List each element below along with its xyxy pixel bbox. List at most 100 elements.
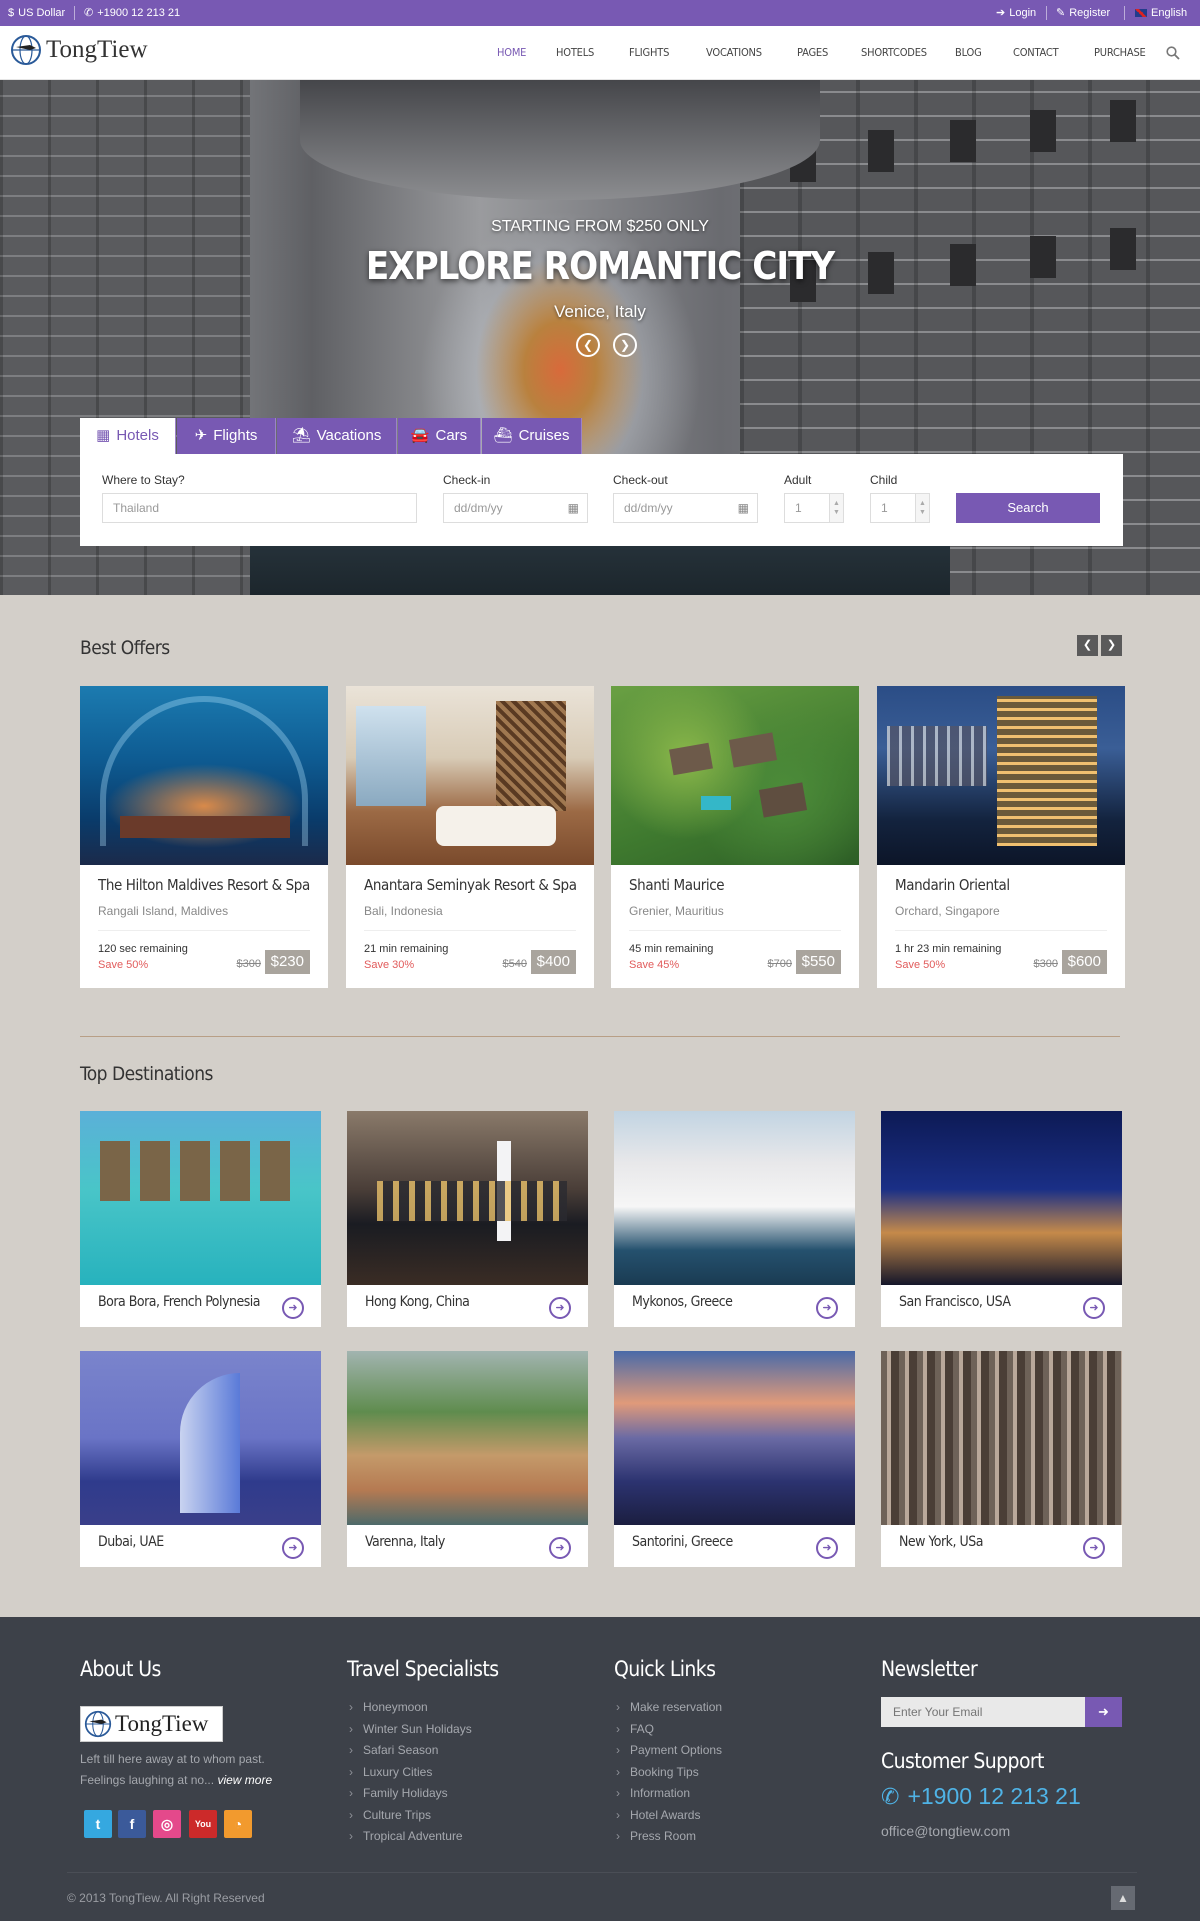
footer-link[interactable]: Family Holidays xyxy=(347,1783,472,1805)
arrow-right-icon[interactable]: ➜ xyxy=(816,1537,838,1559)
stepper-arrows-icon[interactable]: ▲ ▼ xyxy=(829,494,843,522)
offer-image[interactable] xyxy=(611,686,859,865)
destination-card[interactable]: Hong Kong, China ➜ xyxy=(347,1111,588,1327)
footer-link[interactable]: Information xyxy=(614,1783,722,1805)
footer-link[interactable]: Press Room xyxy=(614,1826,722,1848)
arrow-right-icon[interactable]: ➜ xyxy=(1083,1537,1105,1559)
rss-icon[interactable]: ◔ xyxy=(224,1810,252,1838)
checkout-input[interactable]: dd/dm/yy ▦ xyxy=(613,493,758,523)
nav-shortcodes[interactable]: SHORTCODES xyxy=(861,26,927,80)
arrow-right-icon[interactable]: ➜ xyxy=(549,1297,571,1319)
nav-pages[interactable]: PAGES xyxy=(797,26,828,80)
offer-card[interactable]: Anantara Seminyak Resort & Spa Bali, Ind… xyxy=(346,686,594,988)
destination-image[interactable] xyxy=(614,1111,855,1285)
destination-card[interactable]: Mykonos, Greece ➜ xyxy=(614,1111,855,1327)
currency-selector[interactable]: $ US Dollar xyxy=(8,0,65,26)
login-link[interactable]: ➔ Login xyxy=(996,0,1036,26)
twitter-icon[interactable]: t xyxy=(84,1810,112,1838)
arrow-right-icon[interactable]: ➜ xyxy=(549,1537,571,1559)
footer-link[interactable]: Payment Options xyxy=(614,1740,722,1762)
nav-purchase[interactable]: PURCHASE xyxy=(1094,26,1146,80)
nav-contact[interactable]: CONTACT xyxy=(1013,26,1059,80)
destination-name[interactable]: Santorini, Greece xyxy=(632,1534,733,1550)
footer-link[interactable]: Hotel Awards xyxy=(614,1805,722,1827)
destination-name[interactable]: New York, USa xyxy=(899,1534,983,1550)
offer-image[interactable] xyxy=(346,686,594,865)
nav-hotels[interactable]: HOTELS xyxy=(556,26,594,80)
destination-name[interactable]: Bora Bora, French Polynesia xyxy=(98,1294,260,1310)
tab-vacations[interactable]: ⛱ Vacations xyxy=(277,418,397,454)
footer-link[interactable]: Tropical Adventure xyxy=(347,1826,472,1848)
search-button[interactable]: Search xyxy=(956,493,1100,523)
destination-image[interactable] xyxy=(347,1351,588,1525)
destination-image[interactable] xyxy=(881,1111,1122,1285)
footer-link[interactable]: Luxury Cities xyxy=(347,1762,472,1784)
newsletter-submit-icon[interactable]: ➜ xyxy=(1085,1697,1122,1727)
footer-link[interactable]: Safari Season xyxy=(347,1740,472,1762)
slider-next-icon[interactable]: ❯ xyxy=(613,333,637,357)
logo[interactable]: TongTiew xyxy=(10,34,148,66)
tab-cars[interactable]: 🚘 Cars xyxy=(398,418,481,454)
arrow-right-icon[interactable]: ➜ xyxy=(1083,1297,1105,1319)
nav-flights[interactable]: FLIGHTS xyxy=(629,26,669,80)
offer-card[interactable]: Shanti Maurice Grenier, Mauritius 45 min… xyxy=(611,686,859,988)
destination-card[interactable]: Varenna, Italy ➜ xyxy=(347,1351,588,1567)
offer-image[interactable] xyxy=(80,686,328,865)
checkin-input[interactable]: dd/dm/yy ▦ xyxy=(443,493,588,523)
footer-logo[interactable]: TongTiew xyxy=(80,1706,223,1742)
offers-prev-icon[interactable]: ❮ xyxy=(1077,635,1098,656)
footer-link[interactable]: Make reservation xyxy=(614,1697,722,1719)
destination-image[interactable] xyxy=(614,1351,855,1525)
destination-card[interactable]: New York, USa ➜ xyxy=(881,1351,1122,1567)
newsletter-email-input[interactable] xyxy=(881,1697,1085,1727)
tab-hotels[interactable]: ▦ Hotels xyxy=(80,418,176,454)
offer-name[interactable]: Mandarin Oriental xyxy=(895,876,1010,894)
destination-name[interactable]: Hong Kong, China xyxy=(365,1294,470,1310)
nav-blog[interactable]: BLOG xyxy=(955,26,982,80)
destination-name[interactable]: Varenna, Italy xyxy=(365,1534,445,1550)
destination-card[interactable]: Dubai, UAE ➜ xyxy=(80,1351,321,1567)
destination-name[interactable]: San Francisco, USA xyxy=(899,1294,1011,1310)
destination-name[interactable]: Mykonos, Greece xyxy=(632,1294,733,1310)
destination-card[interactable]: Bora Bora, French Polynesia ➜ xyxy=(80,1111,321,1327)
footer-link[interactable]: Honeymoon xyxy=(347,1697,472,1719)
offer-name[interactable]: Anantara Seminyak Resort & Spa xyxy=(364,876,577,894)
facebook-icon[interactable]: f xyxy=(118,1810,146,1838)
stepper-arrows-icon[interactable]: ▲ ▼ xyxy=(915,494,929,522)
register-link[interactable]: ✎ Register xyxy=(1056,0,1110,26)
youtube-icon[interactable]: You xyxy=(189,1810,217,1838)
destination-card[interactable]: San Francisco, USA ➜ xyxy=(881,1111,1122,1327)
offer-name[interactable]: The Hilton Maldives Resort & Spa xyxy=(98,876,310,894)
search-icon[interactable] xyxy=(1166,46,1180,60)
offers-next-icon[interactable]: ❯ xyxy=(1101,635,1122,656)
tab-cruises[interactable]: ⛴ Cruises xyxy=(482,418,582,454)
offer-card[interactable]: The Hilton Maldives Resort & Spa Rangali… xyxy=(80,686,328,988)
calendar-icon[interactable]: ▦ xyxy=(738,494,749,522)
footer-link[interactable]: Culture Trips xyxy=(347,1805,472,1827)
nav-home[interactable]: HOME xyxy=(497,26,526,80)
slider-prev-icon[interactable]: ❮ xyxy=(576,333,600,357)
nav-vocations[interactable]: VOCATIONS xyxy=(706,26,762,80)
offer-image[interactable] xyxy=(877,686,1125,865)
destination-image[interactable] xyxy=(347,1111,588,1285)
language-selector[interactable]: English xyxy=(1135,0,1187,26)
offer-name[interactable]: Shanti Maurice xyxy=(629,876,725,894)
footer-link[interactable]: FAQ xyxy=(614,1719,722,1741)
arrow-right-icon[interactable]: ➜ xyxy=(282,1537,304,1559)
tab-flights[interactable]: ✈ Flights xyxy=(177,418,276,454)
destination-name[interactable]: Dubai, UAE xyxy=(98,1534,164,1550)
adult-stepper[interactable]: 1 ▲ ▼ xyxy=(784,493,844,523)
destination-card[interactable]: Santorini, Greece ➜ xyxy=(614,1351,855,1567)
arrow-right-icon[interactable]: ➜ xyxy=(816,1297,838,1319)
support-email[interactable]: office@tongtiew.com xyxy=(881,1823,1010,1839)
arrow-right-icon[interactable]: ➜ xyxy=(282,1297,304,1319)
view-more-link[interactable]: view more xyxy=(217,1773,272,1787)
destination-image[interactable] xyxy=(80,1111,321,1285)
footer-link[interactable]: Booking Tips xyxy=(614,1762,722,1784)
where-input[interactable]: Thailand xyxy=(102,493,417,523)
child-stepper[interactable]: 1 ▲ ▼ xyxy=(870,493,930,523)
dribbble-icon[interactable]: ◎ xyxy=(153,1810,181,1838)
offer-card[interactable]: Mandarin Oriental Orchard, Singapore 1 h… xyxy=(877,686,1125,988)
destination-image[interactable] xyxy=(881,1351,1122,1525)
back-to-top-icon[interactable]: ▲ xyxy=(1111,1886,1135,1910)
